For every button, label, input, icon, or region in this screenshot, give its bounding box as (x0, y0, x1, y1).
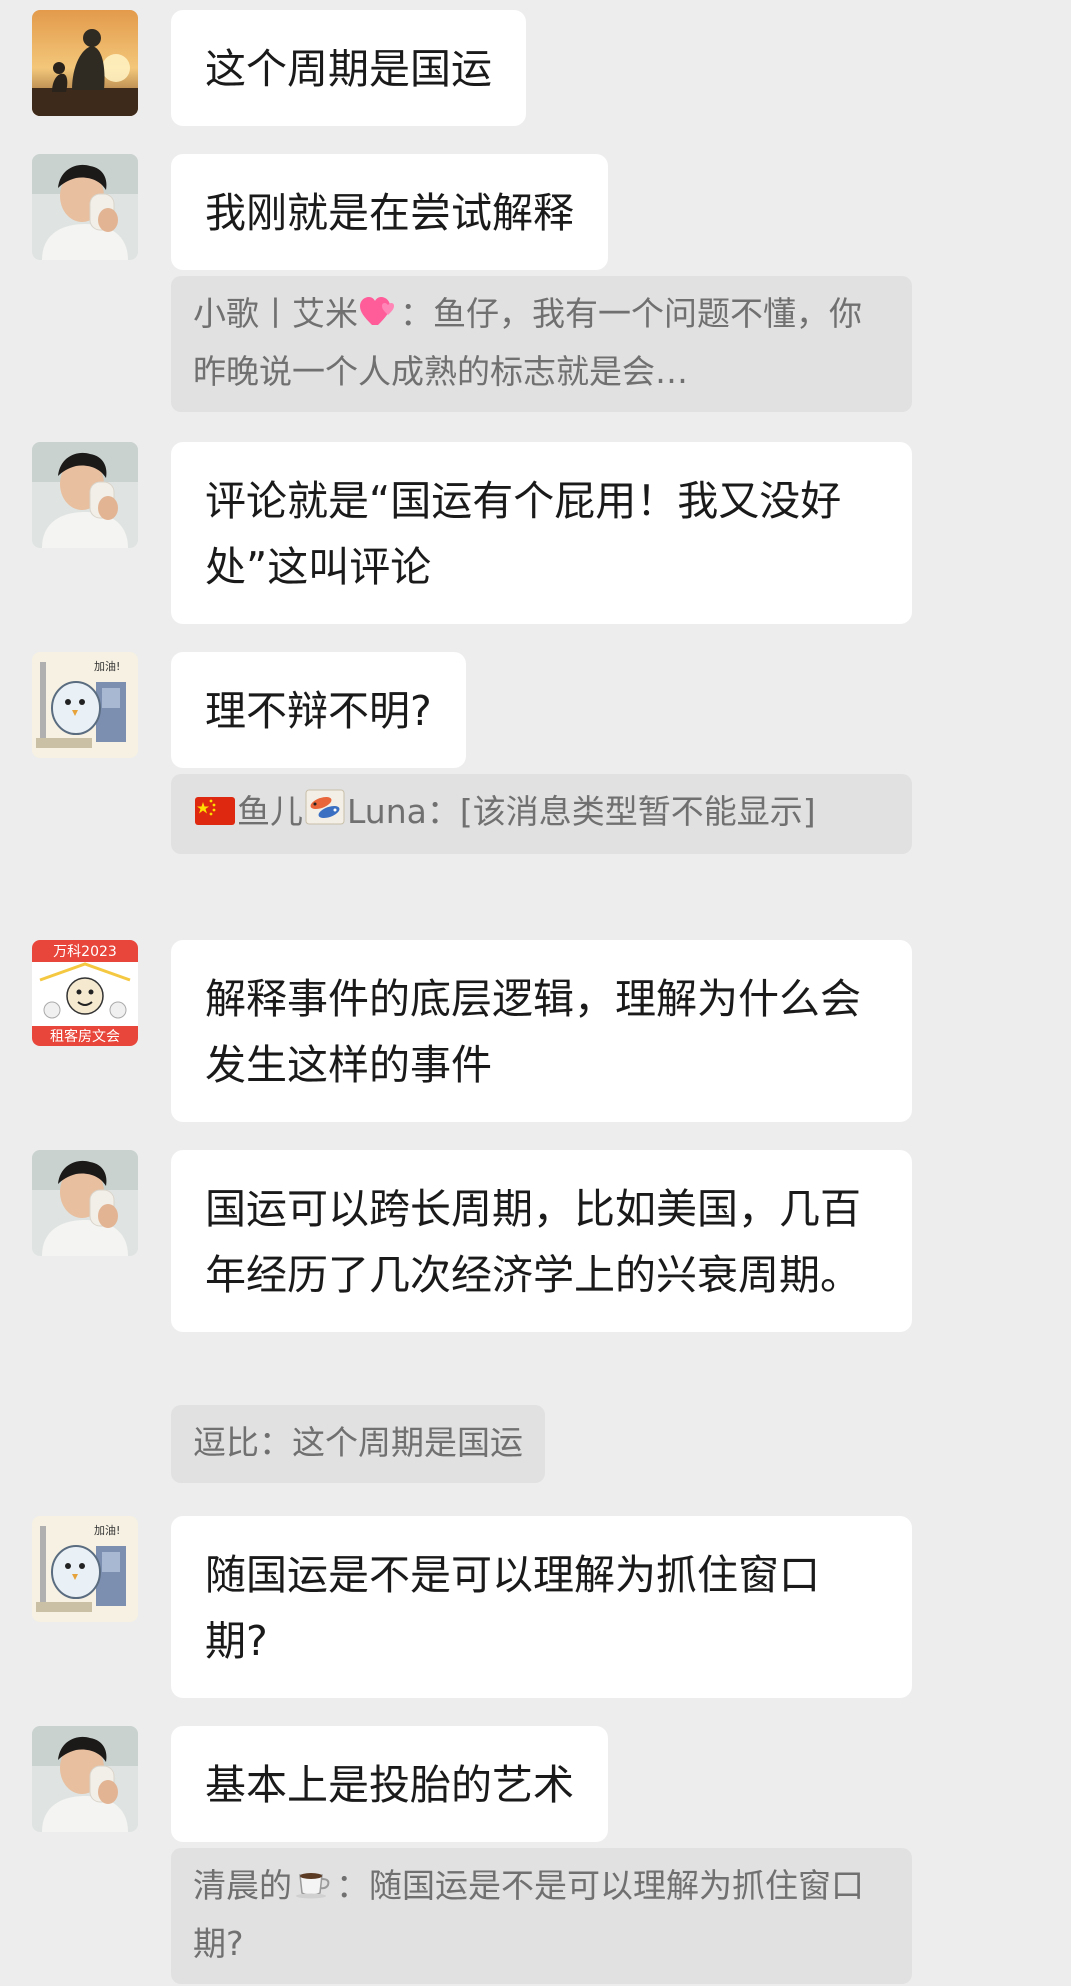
message-text: 随国运是不是可以理解为抓住窗口期? (205, 1551, 820, 1665)
china-flag-emoji-icon (195, 786, 235, 842)
quote-sender: 逗比 (193, 1423, 259, 1462)
quoted-reply[interactable]: 清晨的 ：随国运是不是可以理解为抓住窗口期? (171, 1848, 912, 1984)
message-text: 解释事件的底层逻辑，理解为什么会发生这样的事件 (205, 975, 861, 1089)
quote-text: [该消息类型暂不能显示] (459, 792, 816, 831)
message-text: 我刚就是在尝试解释 (205, 189, 574, 237)
quote-separator: ： (336, 1866, 369, 1905)
quoted-reply[interactable]: 小歌丨艾米 ：鱼仔，我有一个问题不懂，你昨晚说一个人成熟的标志就是会… (171, 276, 912, 412)
message-bubble[interactable]: 国运可以跨长周期，比如美国，几百年经历了几次经济学上的兴衰周期。 (171, 1150, 912, 1332)
message-text: 理不辩不明? (205, 687, 432, 735)
message-bubble[interactable]: 这个周期是国运 (171, 10, 526, 126)
quote-sender: 鱼儿 (237, 792, 303, 831)
quoted-reply[interactable]: 逗比：这个周期是国运 (171, 1405, 545, 1483)
message-bubble[interactable]: 随国运是不是可以理解为抓住窗口期? (171, 1516, 912, 1698)
quote-sender-2: Luna (347, 792, 427, 831)
svg-text:租客房文会: 租客房文会 (50, 1028, 120, 1045)
message-text: 基本上是投胎的艺术 (205, 1761, 574, 1809)
quote-sender: 小歌丨艾米 (193, 294, 358, 333)
man-drinking-avatar-icon[interactable] (32, 1726, 138, 1832)
svg-text:加油!: 加油! (94, 659, 120, 673)
man-drinking-avatar-icon[interactable] (32, 154, 138, 260)
sunset-avatar-icon[interactable] (32, 10, 138, 116)
svg-text:加油!: 加油! (94, 1523, 120, 1537)
quote-text: 这个周期是国运 (292, 1423, 523, 1462)
message-text: 这个周期是国运 (205, 45, 492, 93)
message-text: 国运可以跨长周期，比如美国，几百年经历了几次经济学上的兴衰周期。 (205, 1185, 861, 1299)
chat-window: 这个周期是国运 我刚就是在尝试解释 小歌丨艾米 ：鱼仔，我有一个问题不懂，你昨晚说… (0, 0, 1071, 1986)
cartoon-bird-avatar-icon[interactable]: 加油! (32, 1516, 138, 1622)
coffee-emoji-icon (294, 1860, 334, 1916)
quote-separator: ： (426, 792, 460, 831)
man-drinking-avatar-icon[interactable] (32, 1150, 138, 1256)
quoted-reply[interactable]: 鱼儿 Luna：[该消息类型暂不能显示] (171, 774, 912, 854)
message-bubble[interactable]: 解释事件的底层逻辑，理解为什么会发生这样的事件 (171, 940, 912, 1122)
message-bubble[interactable]: 评论就是“国运有个屁用！我又没好处”这叫评论 (171, 442, 912, 624)
vanke-sticker-avatar-icon[interactable]: 万科2023 租客房文会 (32, 940, 138, 1046)
cartoon-bird-avatar-icon[interactable]: 加油! (32, 652, 138, 758)
quote-sender: 清晨的 (193, 1866, 292, 1905)
heart-emoji-icon (360, 288, 398, 344)
message-bubble[interactable]: 理不辩不明? (171, 652, 466, 768)
svg-text:万科2023: 万科2023 (53, 944, 117, 960)
quote-separator: ： (259, 1423, 292, 1462)
message-bubble[interactable]: 我刚就是在尝试解释 (171, 154, 608, 270)
message-bubble[interactable]: 基本上是投胎的艺术 (171, 1726, 608, 1842)
man-drinking-avatar-icon[interactable] (32, 442, 138, 548)
koi-fish-emoji-icon (305, 786, 345, 842)
message-text: 评论就是“国运有个屁用！我又没好处”这叫评论 (205, 477, 842, 591)
quote-separator: ： (400, 294, 433, 333)
